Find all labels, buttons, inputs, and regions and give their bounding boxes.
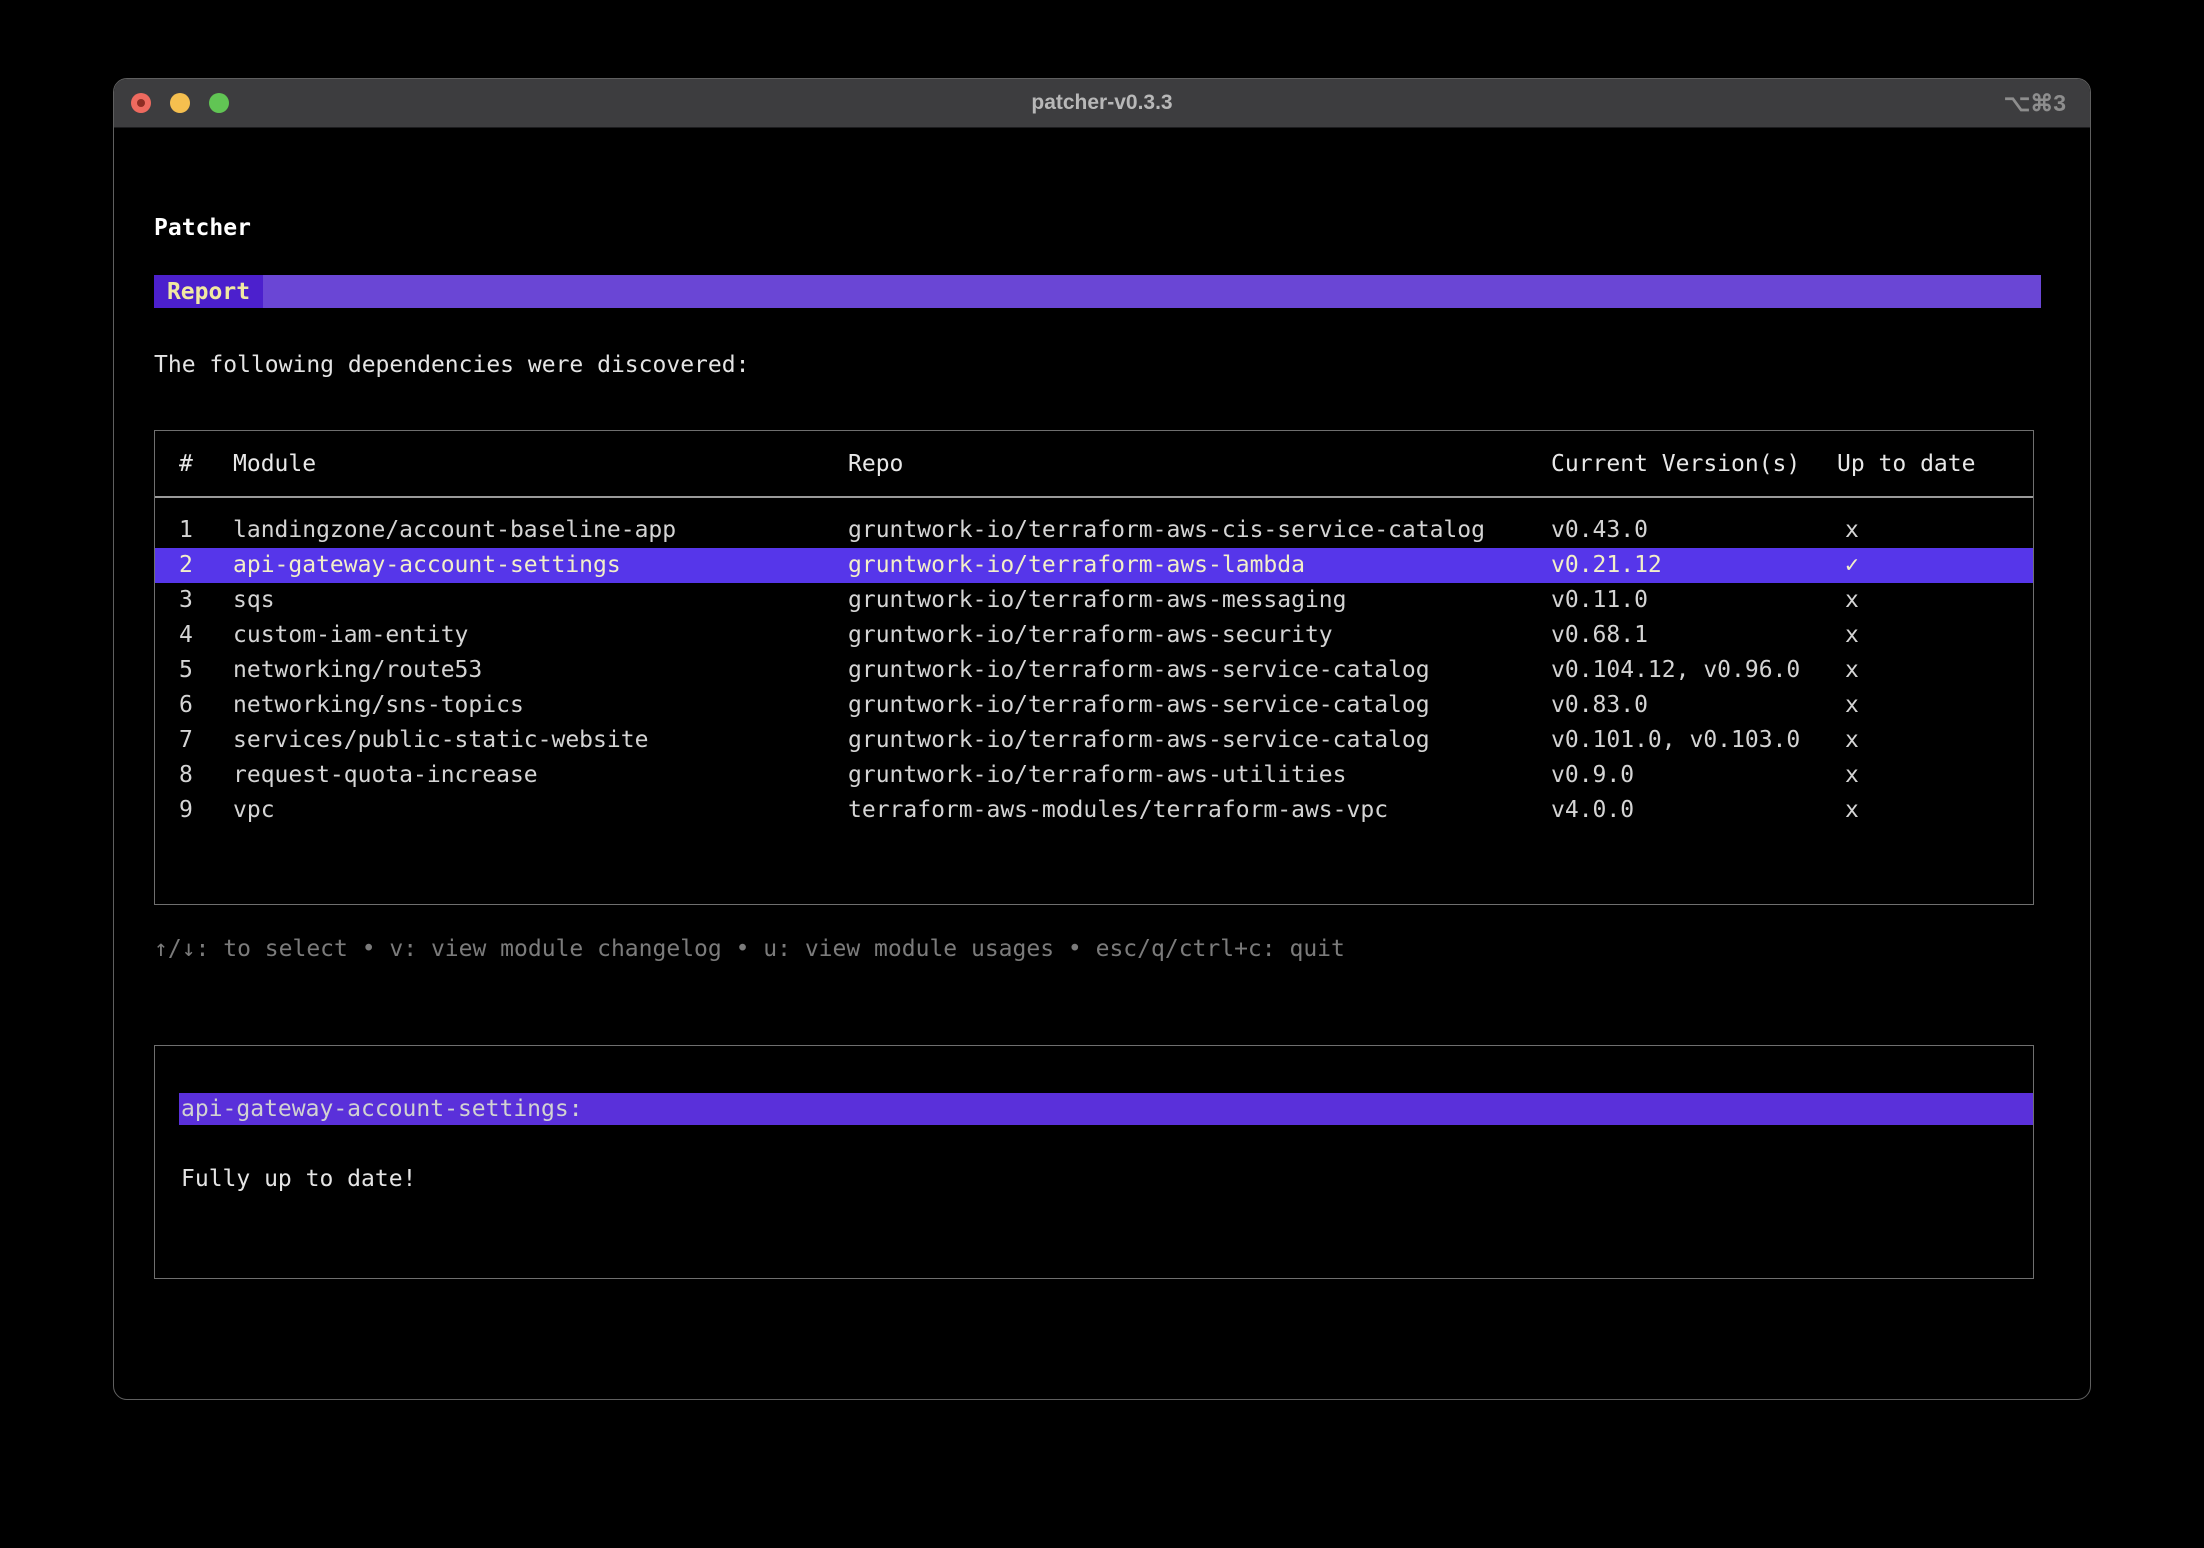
detail-panel-body: Fully up to date! — [181, 1166, 417, 1192]
table-row[interactable]: 8 request-quota-increase gruntwork-io/terr… — [155, 758, 2033, 793]
intro-text: The following dependencies were discover… — [154, 352, 750, 378]
cell-num: 2 — [179, 552, 193, 578]
cell-up: x — [1845, 762, 1859, 788]
window-titlebar[interactable]: patcher-v0.3.3 ⌥⌘3 — [114, 79, 2090, 128]
cell-module: services/public-static-website — [233, 727, 649, 753]
table-row[interactable]: 1 landingzone/account-baseline-app gruntwo… — [155, 513, 2033, 548]
terminal-window: patcher-v0.3.3 ⌥⌘3 Patcher Report The fo… — [113, 78, 2091, 1400]
keybinding-help: ↑/↓: to select • v: view module changelo… — [154, 936, 1345, 962]
window-shortcut: ⌥⌘3 — [2003, 89, 2066, 116]
cell-module: vpc — [233, 797, 275, 823]
column-header-num: # — [179, 451, 193, 477]
cell-up: x — [1845, 517, 1859, 543]
table-row[interactable]: 5 networking/route53 gruntwork-io/terrafor… — [155, 653, 2033, 688]
minimize-button[interactable] — [170, 93, 190, 113]
cell-module: landingzone/account-baseline-app — [233, 517, 677, 543]
cell-repo: gruntwork-io/terraform-aws-lambda — [848, 552, 1305, 578]
unsaved-dot-icon — [137, 99, 145, 107]
cell-module: custom-iam-entity — [233, 622, 469, 648]
cell-repo: gruntwork-io/terraform-aws-service-catal… — [848, 657, 1430, 683]
column-header-module: Module — [233, 451, 317, 477]
cell-up: x — [1845, 587, 1859, 613]
column-header-repo: Repo — [848, 451, 904, 477]
zoom-button[interactable] — [209, 93, 229, 113]
cell-num: 6 — [179, 692, 193, 718]
table-row[interactable]: 3 sqs gruntwork-io/terraform-aws-messaging… — [155, 583, 2033, 618]
cell-num: 1 — [179, 517, 193, 543]
table-header: # Module Repo Current Version(s) Up to d… — [155, 447, 2033, 481]
module-detail-panel: api-gateway-account-settings: Fully up t… — [154, 1045, 2034, 1279]
cell-repo: gruntwork-io/terraform-aws-messaging — [848, 587, 1347, 613]
dependency-table-body: 1 landingzone/account-baseline-app gruntwo… — [155, 513, 2033, 828]
table-row[interactable]: 6 networking/sns-topics gruntwork-io/terra… — [155, 688, 2033, 723]
cell-module: request-quota-increase — [233, 762, 538, 788]
cell-ver: v4.0.0 — [1551, 797, 1635, 823]
cell-repo: gruntwork-io/terraform-aws-service-catal… — [848, 692, 1430, 718]
table-row[interactable]: 2 api-gateway-account-settings gruntwork-i… — [155, 548, 2033, 583]
cell-repo: gruntwork-io/terraform-aws-cis-service-c… — [848, 517, 1485, 543]
cell-up: x — [1845, 797, 1859, 823]
cell-repo: gruntwork-io/terraform-aws-utilities — [848, 762, 1347, 788]
table-row[interactable]: 9 vpc terraform-aws-modules/terraform-aws-… — [155, 793, 2033, 828]
tab-bar: Report — [154, 275, 2041, 308]
cell-ver: v0.21.12 — [1551, 552, 1662, 578]
cell-repo: gruntwork-io/terraform-aws-service-catal… — [848, 727, 1430, 753]
cell-module: sqs — [233, 587, 275, 613]
cell-ver: v0.101.0, v0.103.0 — [1551, 727, 1801, 753]
cell-up: ✓ — [1845, 552, 1859, 578]
cell-num: 9 — [179, 797, 193, 823]
cell-num: 4 — [179, 622, 193, 648]
detail-panel-title: api-gateway-account-settings: — [179, 1093, 2033, 1125]
cell-ver: v0.104.12, v0.96.0 — [1551, 657, 1801, 683]
cell-repo: terraform-aws-modules/terraform-aws-vpc — [848, 797, 1389, 823]
column-header-versions: Current Version(s) — [1551, 451, 1801, 477]
cell-num: 3 — [179, 587, 193, 613]
window-title: patcher-v0.3.3 — [1031, 91, 1173, 114]
app-heading: Patcher — [154, 215, 251, 241]
header-separator — [155, 496, 2033, 498]
tab-report[interactable]: Report — [154, 275, 263, 308]
cell-up: x — [1845, 622, 1859, 648]
column-header-up-to-date: Up to date — [1837, 451, 1976, 477]
cell-up: x — [1845, 692, 1859, 718]
dependency-table: # Module Repo Current Version(s) Up to d… — [154, 430, 2034, 905]
cell-ver: v0.83.0 — [1551, 692, 1648, 718]
table-row[interactable]: 4 custom-iam-entity gruntwork-io/terraform… — [155, 618, 2033, 653]
traffic-lights — [131, 79, 229, 127]
cell-ver: v0.11.0 — [1551, 587, 1648, 613]
cell-num: 5 — [179, 657, 193, 683]
cell-module: api-gateway-account-settings — [233, 552, 621, 578]
cell-ver: v0.68.1 — [1551, 622, 1648, 648]
cell-module: networking/sns-topics — [233, 692, 524, 718]
cell-num: 8 — [179, 762, 193, 788]
cell-ver: v0.43.0 — [1551, 517, 1648, 543]
cell-up: x — [1845, 657, 1859, 683]
cell-ver: v0.9.0 — [1551, 762, 1635, 788]
cell-up: x — [1845, 727, 1859, 753]
close-button[interactable] — [131, 93, 151, 113]
cell-num: 7 — [179, 727, 193, 753]
cell-module: networking/route53 — [233, 657, 483, 683]
cell-repo: gruntwork-io/terraform-aws-security — [848, 622, 1333, 648]
table-row[interactable]: 7 services/public-static-website gruntwork… — [155, 723, 2033, 758]
terminal-content: Patcher Report The following dependencie… — [114, 211, 2090, 1279]
